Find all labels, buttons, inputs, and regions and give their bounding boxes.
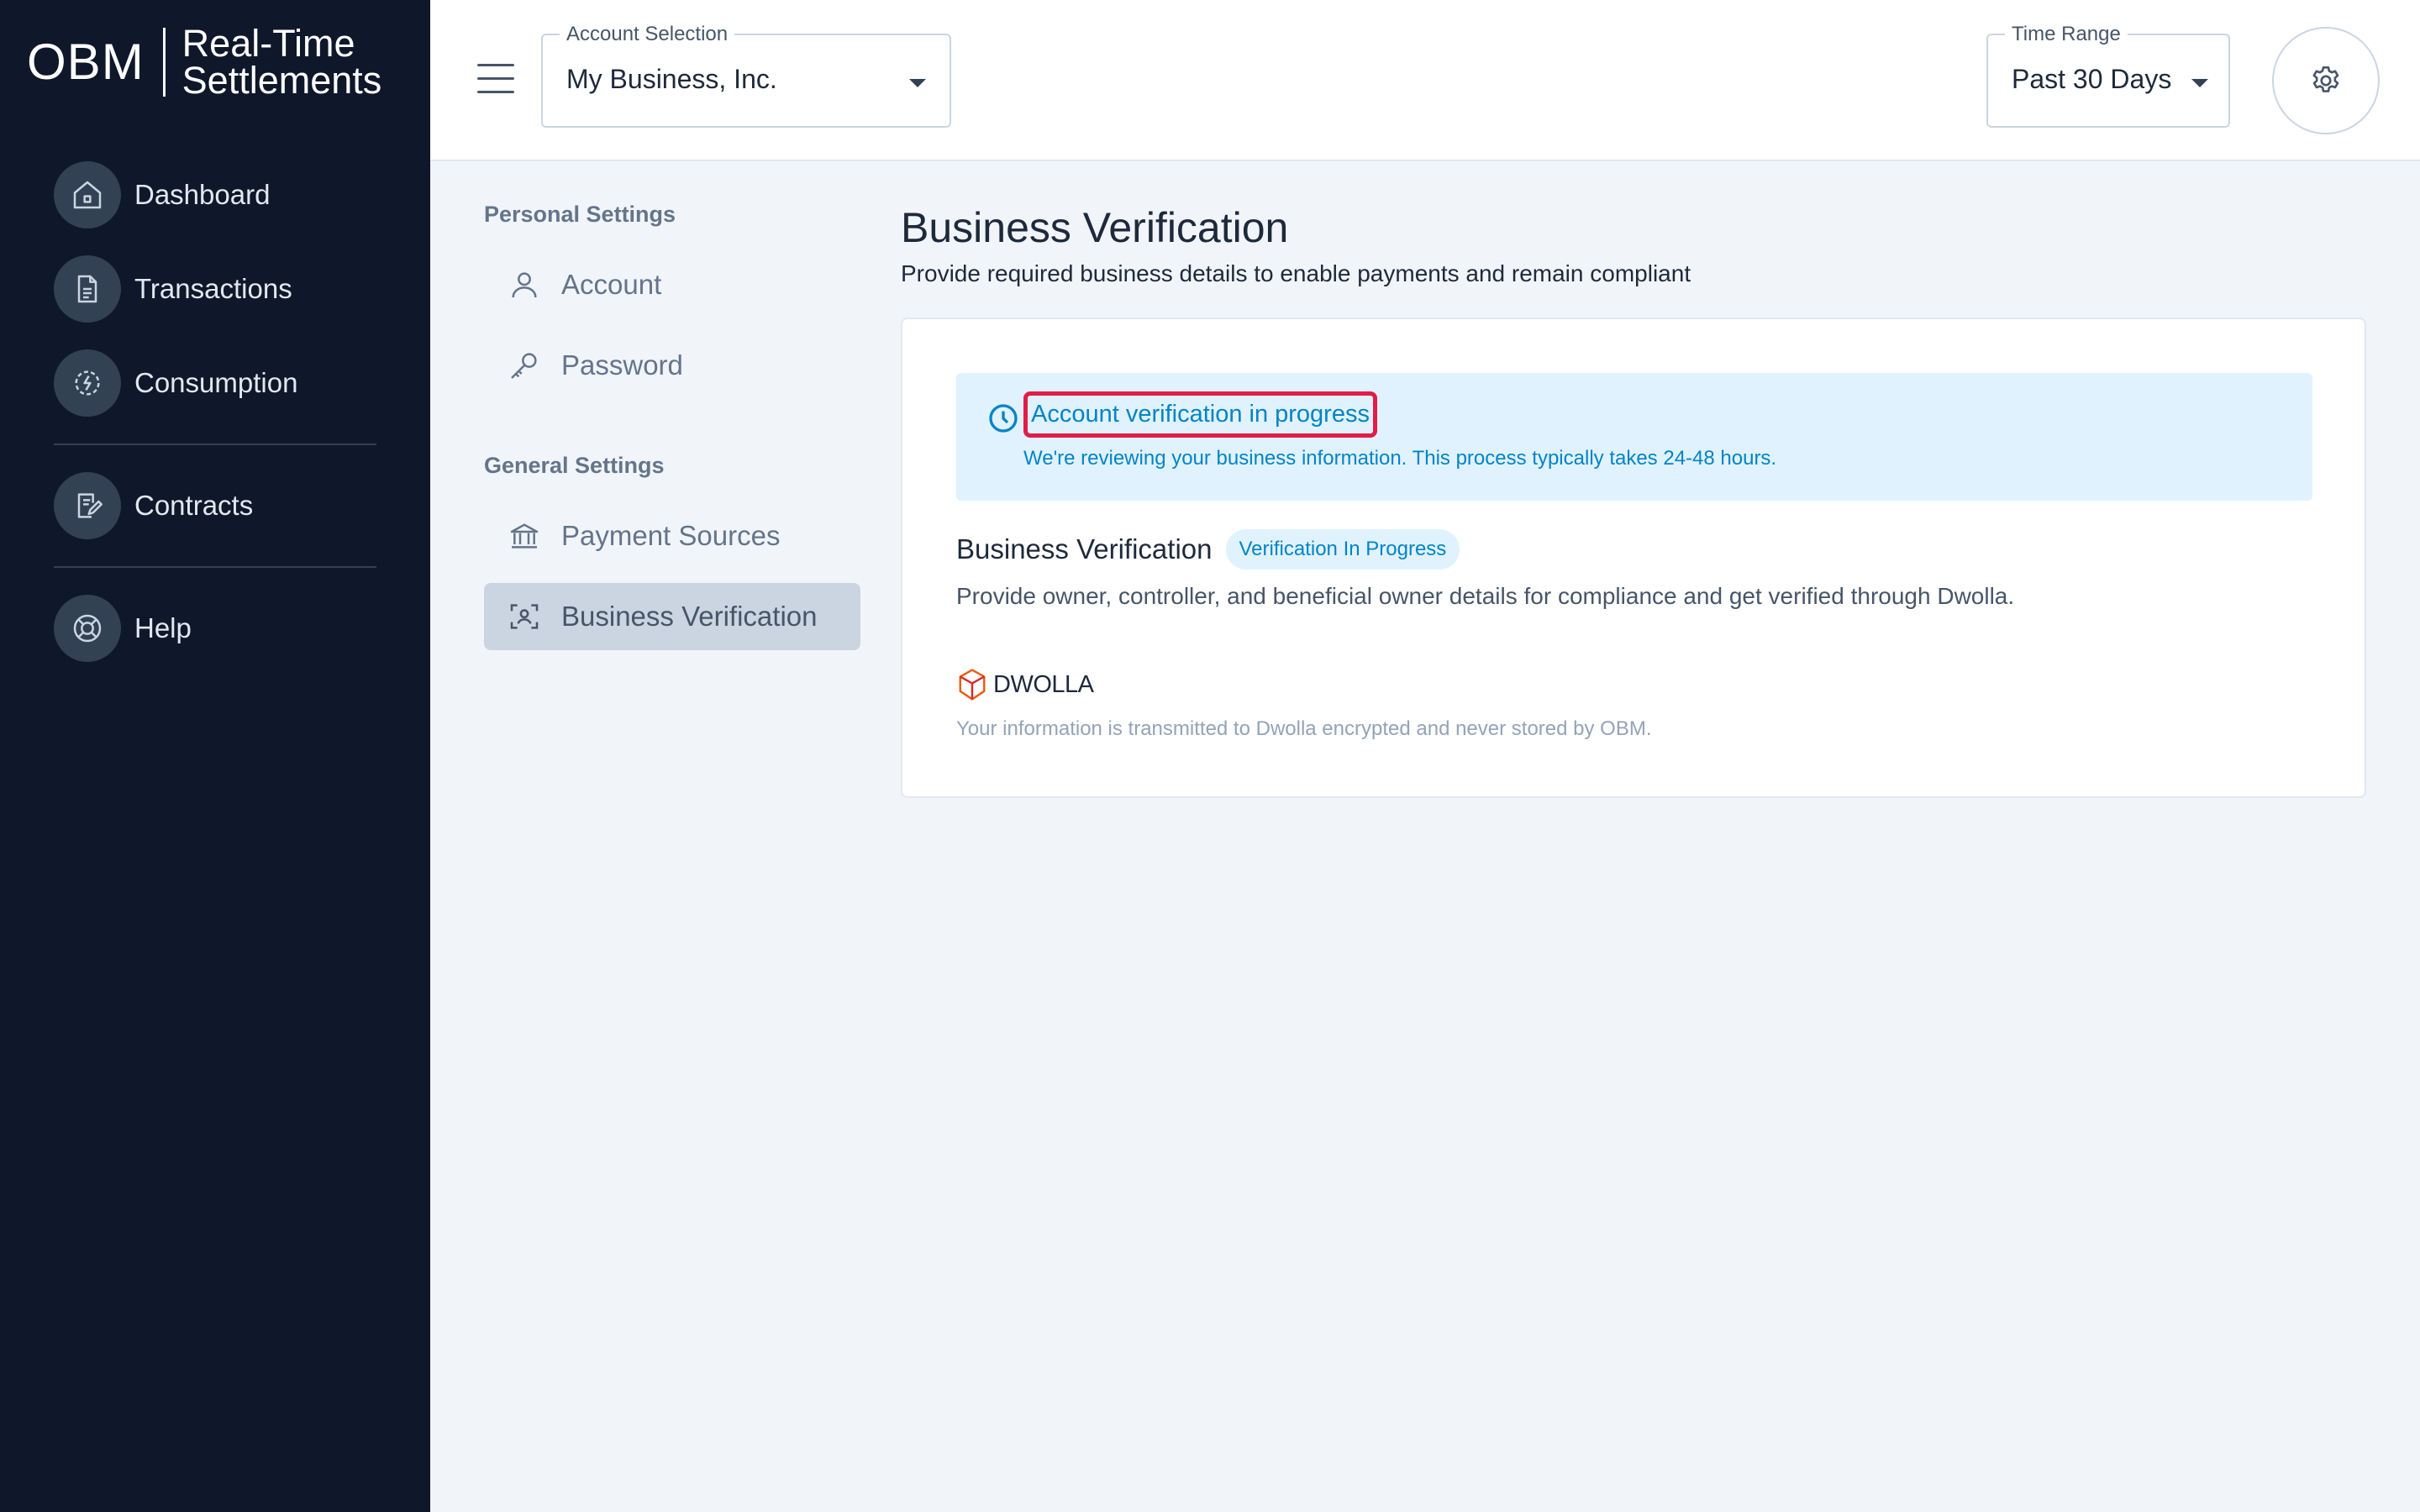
topbar: Account Selection My Business, Inc. Time…: [430, 0, 2420, 161]
sidebar-item-consumption[interactable]: Consumption: [54, 349, 376, 417]
sidebar-item-dashboard[interactable]: Dashboard: [54, 161, 376, 228]
page-description: Provide required business details to ena…: [901, 260, 1691, 286]
sidebar-item-transactions[interactable]: Transactions: [54, 255, 376, 323]
page-title: Business Verification: [901, 204, 1289, 251]
status-badge: Verification In Progress: [1225, 529, 1460, 570]
provider-note: Your information is transmitted to Dwoll…: [956, 717, 1652, 740]
hamburger-line: [477, 77, 514, 80]
brand-divider: [162, 28, 166, 97]
time-range-value: Past 30 Days: [2012, 64, 2172, 94]
sidebar-item-label: Contracts: [134, 490, 254, 521]
brand-product-line2: Settlements: [182, 59, 382, 102]
brand-product: Real-Time Settlements: [182, 24, 382, 102]
user-icon: [512, 272, 537, 298]
sidebar-item-label: Dashboard: [134, 179, 271, 210]
face-scan-icon: [510, 604, 539, 629]
home-icon: [54, 161, 121, 228]
time-range-label: Time Range: [2005, 23, 2128, 46]
sidebar-item-help[interactable]: Help: [54, 595, 376, 662]
brand-logo[interactable]: OBM Real-Time Settlements: [27, 24, 382, 102]
settings-item-password[interactable]: Password: [484, 332, 860, 399]
settings-item-business-verification[interactable]: Business Verification: [484, 583, 860, 650]
verification-alert: Account verification in progress We're r…: [956, 373, 2312, 501]
document-icon: [54, 255, 121, 323]
general-settings-heading: General Settings: [484, 453, 665, 478]
hamburger-line: [477, 64, 514, 66]
sidebar: OBM Real-Time Settlements Dashboard Tran…: [0, 0, 430, 1512]
personal-settings-heading: Personal Settings: [484, 202, 676, 227]
settings-item-label: Password: [561, 349, 683, 381]
sidebar-nav: Dashboard Transactions Consumption Contr…: [54, 161, 376, 689]
account-selection-label: Account Selection: [560, 23, 735, 46]
energy-icon: [54, 349, 121, 417]
dwolla-logo: DWOLLA: [956, 667, 1094, 702]
clock-icon: [989, 404, 1018, 433]
alert-body: We're reviewing your business informatio…: [1023, 447, 1777, 470]
account-selection-dropdown[interactable]: Account Selection My Business, Inc.: [541, 23, 951, 128]
time-range-dropdown[interactable]: Time Range Past 30 Days: [1986, 23, 2230, 128]
main-content: Business Verification Provide required b…: [901, 202, 2366, 798]
sidebar-item-label: Consumption: [134, 367, 298, 398]
settings-item-label: Payment Sources: [561, 520, 781, 551]
sidebar-divider: [54, 444, 376, 445]
caret-down-icon: [2191, 79, 2208, 87]
caret-down-icon: [909, 79, 926, 87]
lifebuoy-icon: [54, 595, 121, 662]
brand-obm: OBM: [27, 34, 145, 90]
settings-button[interactable]: [2272, 27, 2380, 134]
contract-icon: [54, 472, 121, 539]
alert-title-link[interactable]: Account verification in progress: [1023, 391, 1377, 438]
verification-card: Account verification in progress We're r…: [901, 318, 2366, 798]
sidebar-item-contracts[interactable]: Contracts: [54, 472, 376, 539]
dwolla-wordmark: DWOLLA: [993, 670, 1094, 698]
settings-item-label: Business Verification: [561, 601, 818, 632]
dwolla-logo-icon: [959, 669, 986, 701]
hamburger-line: [477, 91, 514, 93]
key-icon: [511, 353, 537, 379]
section-title: Business Verification: [956, 533, 1213, 564]
sidebar-item-label: Transactions: [134, 273, 292, 304]
settings-item-label: Account: [561, 269, 662, 300]
section-description: Provide owner, controller, and beneficia…: [956, 583, 2015, 609]
sidebar-divider: [54, 566, 376, 568]
menu-toggle-button[interactable]: [477, 64, 514, 97]
settings-item-payment-sources[interactable]: Payment Sources: [484, 502, 860, 570]
gear-icon: [2312, 66, 2339, 92]
sidebar-item-label: Help: [134, 612, 192, 643]
account-selection-value: My Business, Inc.: [566, 64, 777, 94]
section-header: Business Verification Verification In Pr…: [956, 529, 1460, 570]
bank-icon: [510, 523, 539, 549]
settings-nav: Personal Settings Account Password Gener…: [484, 202, 860, 664]
settings-item-account[interactable]: Account: [484, 251, 860, 318]
